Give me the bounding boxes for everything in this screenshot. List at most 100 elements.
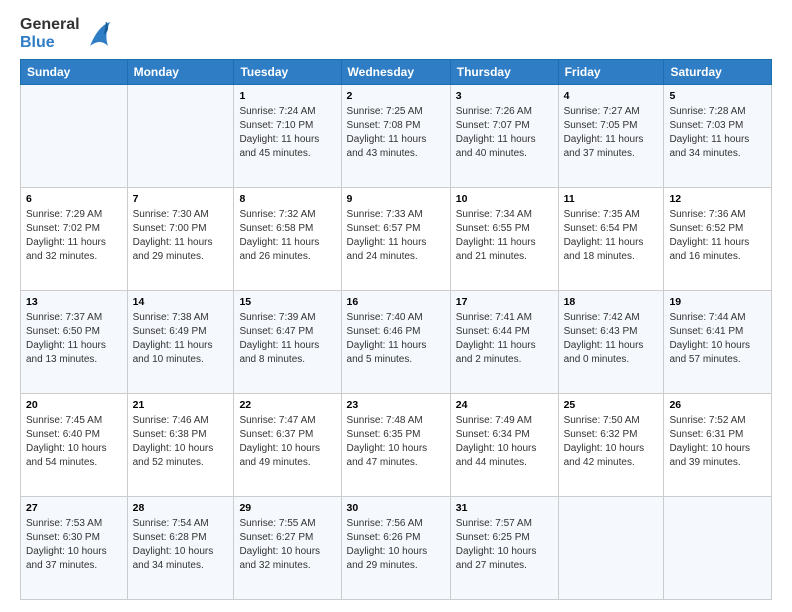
day-info: Sunrise: 7:49 AM Sunset: 6:34 PM Dayligh… (456, 414, 553, 470)
calendar-table: SundayMondayTuesdayWednesdayThursdayFrid… (20, 59, 772, 600)
calendar-header-cell: Sunday (21, 60, 128, 85)
calendar-header-cell: Saturday (664, 60, 772, 85)
day-info: Sunrise: 7:52 AM Sunset: 6:31 PM Dayligh… (669, 414, 766, 470)
calendar-day-cell: 2Sunrise: 7:25 AM Sunset: 7:08 PM Daylig… (341, 85, 450, 188)
calendar-day-cell: 7Sunrise: 7:30 AM Sunset: 7:00 PM Daylig… (127, 188, 234, 291)
calendar-day-cell: 19Sunrise: 7:44 AM Sunset: 6:41 PM Dayli… (664, 291, 772, 394)
calendar-header-cell: Thursday (450, 60, 558, 85)
day-info: Sunrise: 7:36 AM Sunset: 6:52 PM Dayligh… (669, 208, 766, 264)
day-info: Sunrise: 7:41 AM Sunset: 6:44 PM Dayligh… (456, 311, 553, 367)
day-info: Sunrise: 7:45 AM Sunset: 6:40 PM Dayligh… (26, 414, 122, 470)
day-number: 18 (564, 295, 659, 310)
day-info: Sunrise: 7:56 AM Sunset: 6:26 PM Dayligh… (347, 517, 445, 573)
day-number: 5 (669, 89, 766, 104)
calendar-week-row: 27Sunrise: 7:53 AM Sunset: 6:30 PM Dayli… (21, 497, 772, 600)
day-number: 12 (669, 192, 766, 207)
calendar-day-cell: 21Sunrise: 7:46 AM Sunset: 6:38 PM Dayli… (127, 394, 234, 497)
day-number: 13 (26, 295, 122, 310)
calendar-day-cell: 28Sunrise: 7:54 AM Sunset: 6:28 PM Dayli… (127, 497, 234, 600)
day-number: 29 (239, 501, 335, 516)
calendar-day-cell: 24Sunrise: 7:49 AM Sunset: 6:34 PM Dayli… (450, 394, 558, 497)
calendar-header-cell: Monday (127, 60, 234, 85)
day-number: 8 (239, 192, 335, 207)
calendar-day-cell: 29Sunrise: 7:55 AM Sunset: 6:27 PM Dayli… (234, 497, 341, 600)
calendar-day-cell: 18Sunrise: 7:42 AM Sunset: 6:43 PM Dayli… (558, 291, 664, 394)
calendar-day-cell (664, 497, 772, 600)
day-info: Sunrise: 7:24 AM Sunset: 7:10 PM Dayligh… (239, 105, 335, 161)
day-info: Sunrise: 7:47 AM Sunset: 6:37 PM Dayligh… (239, 414, 335, 470)
page: General Blue SundayMondayTuesdayWednesda… (0, 0, 792, 612)
calendar-day-cell: 16Sunrise: 7:40 AM Sunset: 6:46 PM Dayli… (341, 291, 450, 394)
calendar-day-cell: 1Sunrise: 7:24 AM Sunset: 7:10 PM Daylig… (234, 85, 341, 188)
calendar-day-cell (127, 85, 234, 188)
day-number: 19 (669, 295, 766, 310)
day-number: 17 (456, 295, 553, 310)
day-info: Sunrise: 7:39 AM Sunset: 6:47 PM Dayligh… (239, 311, 335, 367)
day-info: Sunrise: 7:26 AM Sunset: 7:07 PM Dayligh… (456, 105, 553, 161)
calendar-body: 1Sunrise: 7:24 AM Sunset: 7:10 PM Daylig… (21, 85, 772, 600)
day-number: 30 (347, 501, 445, 516)
calendar-week-row: 6Sunrise: 7:29 AM Sunset: 7:02 PM Daylig… (21, 188, 772, 291)
calendar-day-cell: 8Sunrise: 7:32 AM Sunset: 6:58 PM Daylig… (234, 188, 341, 291)
calendar-day-cell: 11Sunrise: 7:35 AM Sunset: 6:54 PM Dayli… (558, 188, 664, 291)
day-info: Sunrise: 7:42 AM Sunset: 6:43 PM Dayligh… (564, 311, 659, 367)
day-info: Sunrise: 7:46 AM Sunset: 6:38 PM Dayligh… (133, 414, 229, 470)
day-number: 6 (26, 192, 122, 207)
day-info: Sunrise: 7:50 AM Sunset: 6:32 PM Dayligh… (564, 414, 659, 470)
day-number: 7 (133, 192, 229, 207)
calendar-week-row: 20Sunrise: 7:45 AM Sunset: 6:40 PM Dayli… (21, 394, 772, 497)
day-number: 15 (239, 295, 335, 310)
day-number: 4 (564, 89, 659, 104)
day-number: 16 (347, 295, 445, 310)
day-number: 2 (347, 89, 445, 104)
day-number: 11 (564, 192, 659, 207)
calendar-day-cell: 9Sunrise: 7:33 AM Sunset: 6:57 PM Daylig… (341, 188, 450, 291)
day-number: 14 (133, 295, 229, 310)
logo-combined: General Blue (20, 16, 110, 51)
day-number: 10 (456, 192, 553, 207)
day-number: 22 (239, 398, 335, 413)
day-number: 1 (239, 89, 335, 104)
calendar-week-row: 1Sunrise: 7:24 AM Sunset: 7:10 PM Daylig… (21, 85, 772, 188)
day-number: 28 (133, 501, 229, 516)
calendar-day-cell: 25Sunrise: 7:50 AM Sunset: 6:32 PM Dayli… (558, 394, 664, 497)
day-info: Sunrise: 7:55 AM Sunset: 6:27 PM Dayligh… (239, 517, 335, 573)
day-info: Sunrise: 7:27 AM Sunset: 7:05 PM Dayligh… (564, 105, 659, 161)
calendar-day-cell: 10Sunrise: 7:34 AM Sunset: 6:55 PM Dayli… (450, 188, 558, 291)
day-info: Sunrise: 7:40 AM Sunset: 6:46 PM Dayligh… (347, 311, 445, 367)
calendar-header-row: SundayMondayTuesdayWednesdayThursdayFrid… (21, 60, 772, 85)
day-info: Sunrise: 7:44 AM Sunset: 6:41 PM Dayligh… (669, 311, 766, 367)
calendar-day-cell: 3Sunrise: 7:26 AM Sunset: 7:07 PM Daylig… (450, 85, 558, 188)
calendar-day-cell: 6Sunrise: 7:29 AM Sunset: 7:02 PM Daylig… (21, 188, 128, 291)
calendar-day-cell: 20Sunrise: 7:45 AM Sunset: 6:40 PM Dayli… (21, 394, 128, 497)
day-info: Sunrise: 7:38 AM Sunset: 6:49 PM Dayligh… (133, 311, 229, 367)
calendar-day-cell: 23Sunrise: 7:48 AM Sunset: 6:35 PM Dayli… (341, 394, 450, 497)
calendar-header-cell: Tuesday (234, 60, 341, 85)
logo-blue-text: Blue (20, 34, 80, 52)
day-number: 31 (456, 501, 553, 516)
calendar-header-cell: Friday (558, 60, 664, 85)
day-number: 9 (347, 192, 445, 207)
calendar-day-cell: 26Sunrise: 7:52 AM Sunset: 6:31 PM Dayli… (664, 394, 772, 497)
day-number: 25 (564, 398, 659, 413)
calendar-day-cell: 13Sunrise: 7:37 AM Sunset: 6:50 PM Dayli… (21, 291, 128, 394)
day-info: Sunrise: 7:48 AM Sunset: 6:35 PM Dayligh… (347, 414, 445, 470)
calendar-day-cell: 31Sunrise: 7:57 AM Sunset: 6:25 PM Dayli… (450, 497, 558, 600)
header: General Blue (20, 16, 772, 51)
day-info: Sunrise: 7:25 AM Sunset: 7:08 PM Dayligh… (347, 105, 445, 161)
logo: General Blue (20, 16, 110, 51)
day-number: 21 (133, 398, 229, 413)
day-info: Sunrise: 7:35 AM Sunset: 6:54 PM Dayligh… (564, 208, 659, 264)
calendar-day-cell: 17Sunrise: 7:41 AM Sunset: 6:44 PM Dayli… (450, 291, 558, 394)
calendar-day-cell: 5Sunrise: 7:28 AM Sunset: 7:03 PM Daylig… (664, 85, 772, 188)
day-info: Sunrise: 7:32 AM Sunset: 6:58 PM Dayligh… (239, 208, 335, 264)
calendar-day-cell: 4Sunrise: 7:27 AM Sunset: 7:05 PM Daylig… (558, 85, 664, 188)
day-info: Sunrise: 7:54 AM Sunset: 6:28 PM Dayligh… (133, 517, 229, 573)
day-info: Sunrise: 7:29 AM Sunset: 7:02 PM Dayligh… (26, 208, 122, 264)
day-number: 3 (456, 89, 553, 104)
calendar-header-cell: Wednesday (341, 60, 450, 85)
day-info: Sunrise: 7:33 AM Sunset: 6:57 PM Dayligh… (347, 208, 445, 264)
day-number: 24 (456, 398, 553, 413)
calendar-day-cell: 30Sunrise: 7:56 AM Sunset: 6:26 PM Dayli… (341, 497, 450, 600)
calendar-day-cell (21, 85, 128, 188)
